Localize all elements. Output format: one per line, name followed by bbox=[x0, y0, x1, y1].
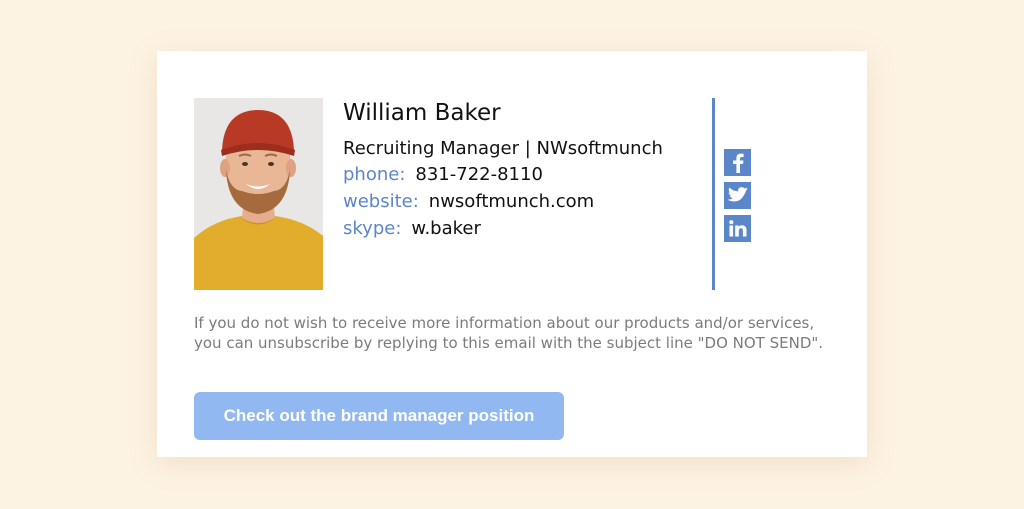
twitter-icon bbox=[727, 187, 748, 202]
linkedin-link[interactable] bbox=[724, 215, 751, 242]
website-link[interactable]: nwsoftmunch.com bbox=[429, 191, 594, 212]
phone-label: phone: bbox=[343, 164, 406, 185]
facebook-link[interactable] bbox=[724, 149, 751, 176]
website-row: website: nwsoftmunch.com bbox=[343, 188, 703, 215]
contact-info: William Baker Recruiting Manager | NWsof… bbox=[343, 98, 703, 242]
social-links bbox=[724, 149, 752, 248]
linkedin-icon bbox=[728, 220, 746, 237]
profile-photo bbox=[194, 98, 323, 290]
brand-manager-position-button[interactable]: Check out the brand manager position bbox=[194, 392, 564, 440]
unsubscribe-disclaimer: If you do not wish to receive more infor… bbox=[194, 314, 824, 352]
facebook-icon bbox=[732, 153, 744, 173]
vertical-divider bbox=[712, 98, 715, 290]
phone-value[interactable]: 831-722-8110 bbox=[415, 164, 543, 185]
email-signature-card: William Baker Recruiting Manager | NWsof… bbox=[157, 51, 867, 457]
website-label: website: bbox=[343, 191, 419, 212]
skype-label: skype: bbox=[343, 218, 402, 239]
person-name: William Baker bbox=[343, 100, 501, 126]
phone-row: phone: 831-722-8110 bbox=[343, 161, 703, 188]
job-title: Recruiting Manager | NWsoftmunch bbox=[343, 138, 663, 159]
twitter-link[interactable] bbox=[724, 182, 751, 209]
skype-value[interactable]: w.baker bbox=[411, 218, 481, 239]
skype-row: skype: w.baker bbox=[343, 215, 703, 242]
